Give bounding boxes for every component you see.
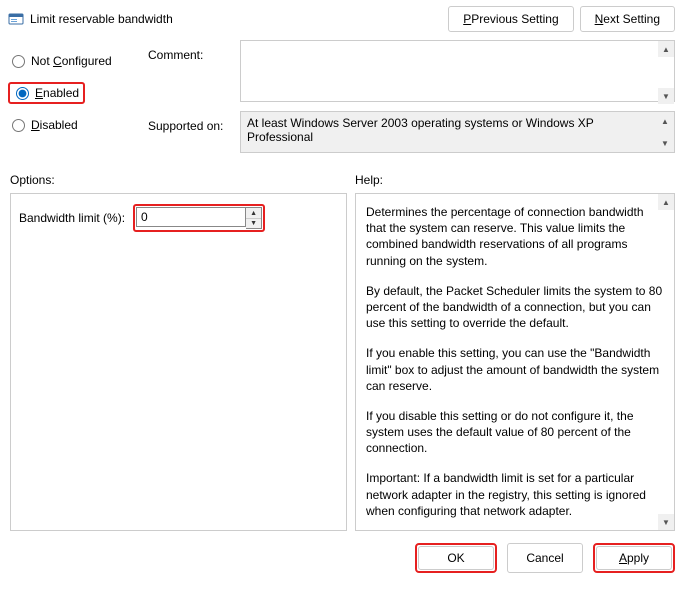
help-panel: Determines the percentage of connection … xyxy=(355,193,675,531)
radio-disabled[interactable]: Disabled xyxy=(8,118,148,132)
help-paragraph: Determines the percentage of connection … xyxy=(366,204,664,269)
scroll-down-icon[interactable]: ▼ xyxy=(658,514,674,530)
scroll-down-icon[interactable]: ▼ xyxy=(657,135,673,151)
options-panel: Bandwidth limit (%): ▲ ▼ xyxy=(10,193,347,531)
help-paragraph: If you enable this setting, you can use … xyxy=(366,345,664,394)
apply-button[interactable]: Apply xyxy=(596,546,672,570)
previous-setting-button[interactable]: PPrevious Setting xyxy=(448,6,573,32)
radio-enabled-input[interactable] xyxy=(16,87,29,100)
window-title: Limit reservable bandwidth xyxy=(30,12,173,26)
comment-textarea[interactable] xyxy=(240,40,675,102)
comment-label: Comment: xyxy=(148,40,240,105)
scroll-down-icon[interactable]: ▼ xyxy=(658,88,674,104)
help-paragraph: If you disable this setting or do not co… xyxy=(366,408,664,457)
next-setting-button[interactable]: Next Setting xyxy=(580,6,675,32)
scroll-up-icon[interactable]: ▲ xyxy=(657,113,673,129)
supported-on-value: At least Windows Server 2003 operating s… xyxy=(240,111,675,153)
bandwidth-limit-input[interactable] xyxy=(136,207,246,227)
cancel-button[interactable]: Cancel xyxy=(507,543,583,573)
options-section-label: Options: xyxy=(10,173,355,187)
help-section-label: Help: xyxy=(355,173,675,187)
help-paragraph: By default, the Packet Scheduler limits … xyxy=(366,283,664,332)
supported-on-label: Supported on: xyxy=(148,111,240,153)
radio-not-configured[interactable]: Not Configured xyxy=(8,54,148,68)
ok-button[interactable]: OK xyxy=(418,546,494,570)
help-paragraph: Important: If a bandwidth limit is set f… xyxy=(366,470,664,519)
scroll-up-icon[interactable]: ▲ xyxy=(658,41,674,57)
policy-icon xyxy=(8,11,24,27)
spinner-down-button[interactable]: ▼ xyxy=(246,218,261,228)
radio-not-configured-input[interactable] xyxy=(12,55,25,68)
bandwidth-limit-label: Bandwidth limit (%): xyxy=(19,211,125,225)
spinner-up-button[interactable]: ▲ xyxy=(246,208,261,218)
radio-disabled-input[interactable] xyxy=(12,119,25,132)
bandwidth-limit-spinner: ▲ ▼ xyxy=(133,204,265,232)
radio-enabled[interactable]: Enabled xyxy=(8,82,85,104)
scroll-up-icon[interactable]: ▲ xyxy=(658,194,674,210)
